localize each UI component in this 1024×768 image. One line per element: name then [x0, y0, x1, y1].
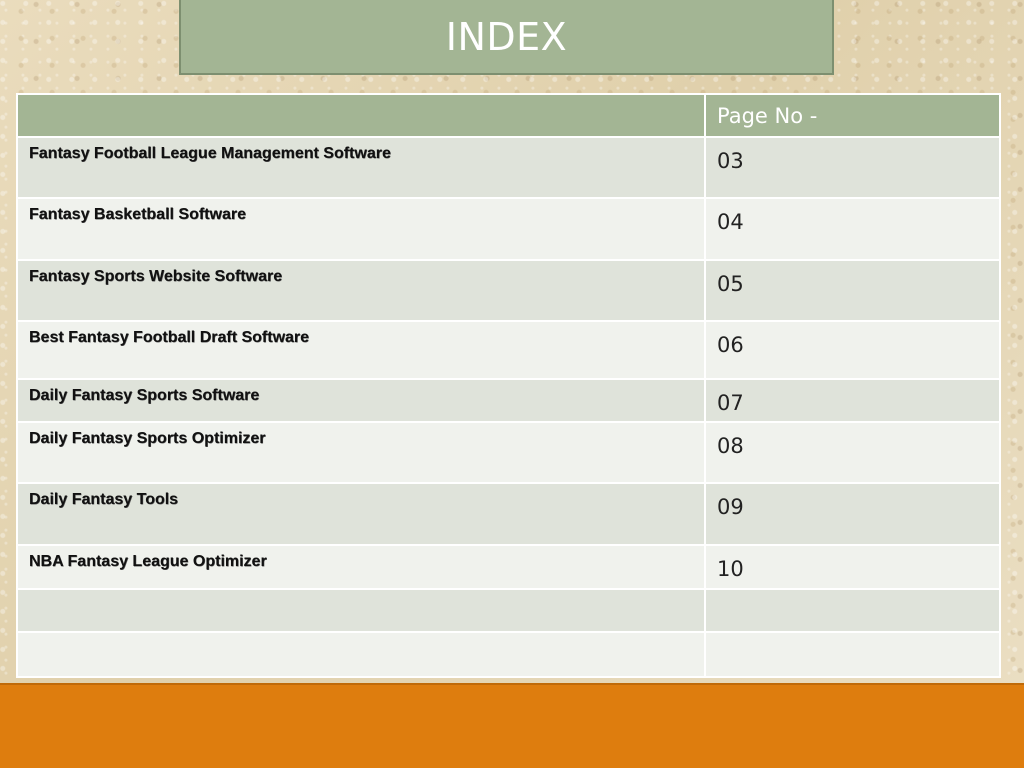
- page-title: INDEX: [445, 14, 568, 59]
- table-row: Daily Fantasy Sports Optimizer 08: [16, 421, 1001, 484]
- entry-page-number: 09: [704, 482, 1001, 546]
- header-page-cell: Page No -: [704, 93, 1001, 138]
- table-row: Fantasy Sports Website Software 05: [16, 259, 1001, 322]
- table-row: Fantasy Football League Management Softw…: [16, 136, 1001, 199]
- header-title-cell: [16, 93, 706, 138]
- index-table: Page No - Fantasy Football League Manage…: [16, 93, 1001, 678]
- table-header-row: Page No -: [16, 93, 1001, 138]
- entry-page-number: 05: [704, 259, 1001, 322]
- entry-page-number: 08: [704, 421, 1001, 484]
- entry-page-number: 03: [704, 136, 1001, 199]
- entry-title: [16, 631, 706, 678]
- table-row: NBA Fantasy League Optimizer 10: [16, 544, 1001, 590]
- entry-title: Daily Fantasy Sports Optimizer: [16, 421, 706, 484]
- entry-title: Daily Fantasy Sports Software: [16, 378, 706, 423]
- entry-title: NBA Fantasy League Optimizer: [16, 544, 706, 590]
- table-row: Daily Fantasy Sports Software 07: [16, 378, 1001, 423]
- entry-page-number: 06: [704, 320, 1001, 380]
- entry-title: [16, 588, 706, 633]
- table-row: [16, 588, 1001, 633]
- entry-title: Daily Fantasy Tools: [16, 482, 706, 546]
- table-row: [16, 631, 1001, 678]
- entry-page-number: 10: [704, 544, 1001, 590]
- entry-title: Fantasy Sports Website Software: [16, 259, 706, 322]
- table-row: Best Fantasy Football Draft Software 06: [16, 320, 1001, 380]
- title-box: INDEX: [179, 0, 834, 75]
- entry-title: Fantasy Football League Management Softw…: [16, 136, 706, 199]
- entry-page-number: [704, 588, 1001, 633]
- entry-page-number: 04: [704, 197, 1001, 261]
- table-row: Fantasy Basketball Software 04: [16, 197, 1001, 261]
- entry-title: Best Fantasy Football Draft Software: [16, 320, 706, 380]
- table-row: Daily Fantasy Tools 09: [16, 482, 1001, 546]
- bottom-bar: [0, 683, 1024, 768]
- entry-page-number: 07: [704, 378, 1001, 423]
- entry-title: Fantasy Basketball Software: [16, 197, 706, 261]
- entry-page-number: [704, 631, 1001, 678]
